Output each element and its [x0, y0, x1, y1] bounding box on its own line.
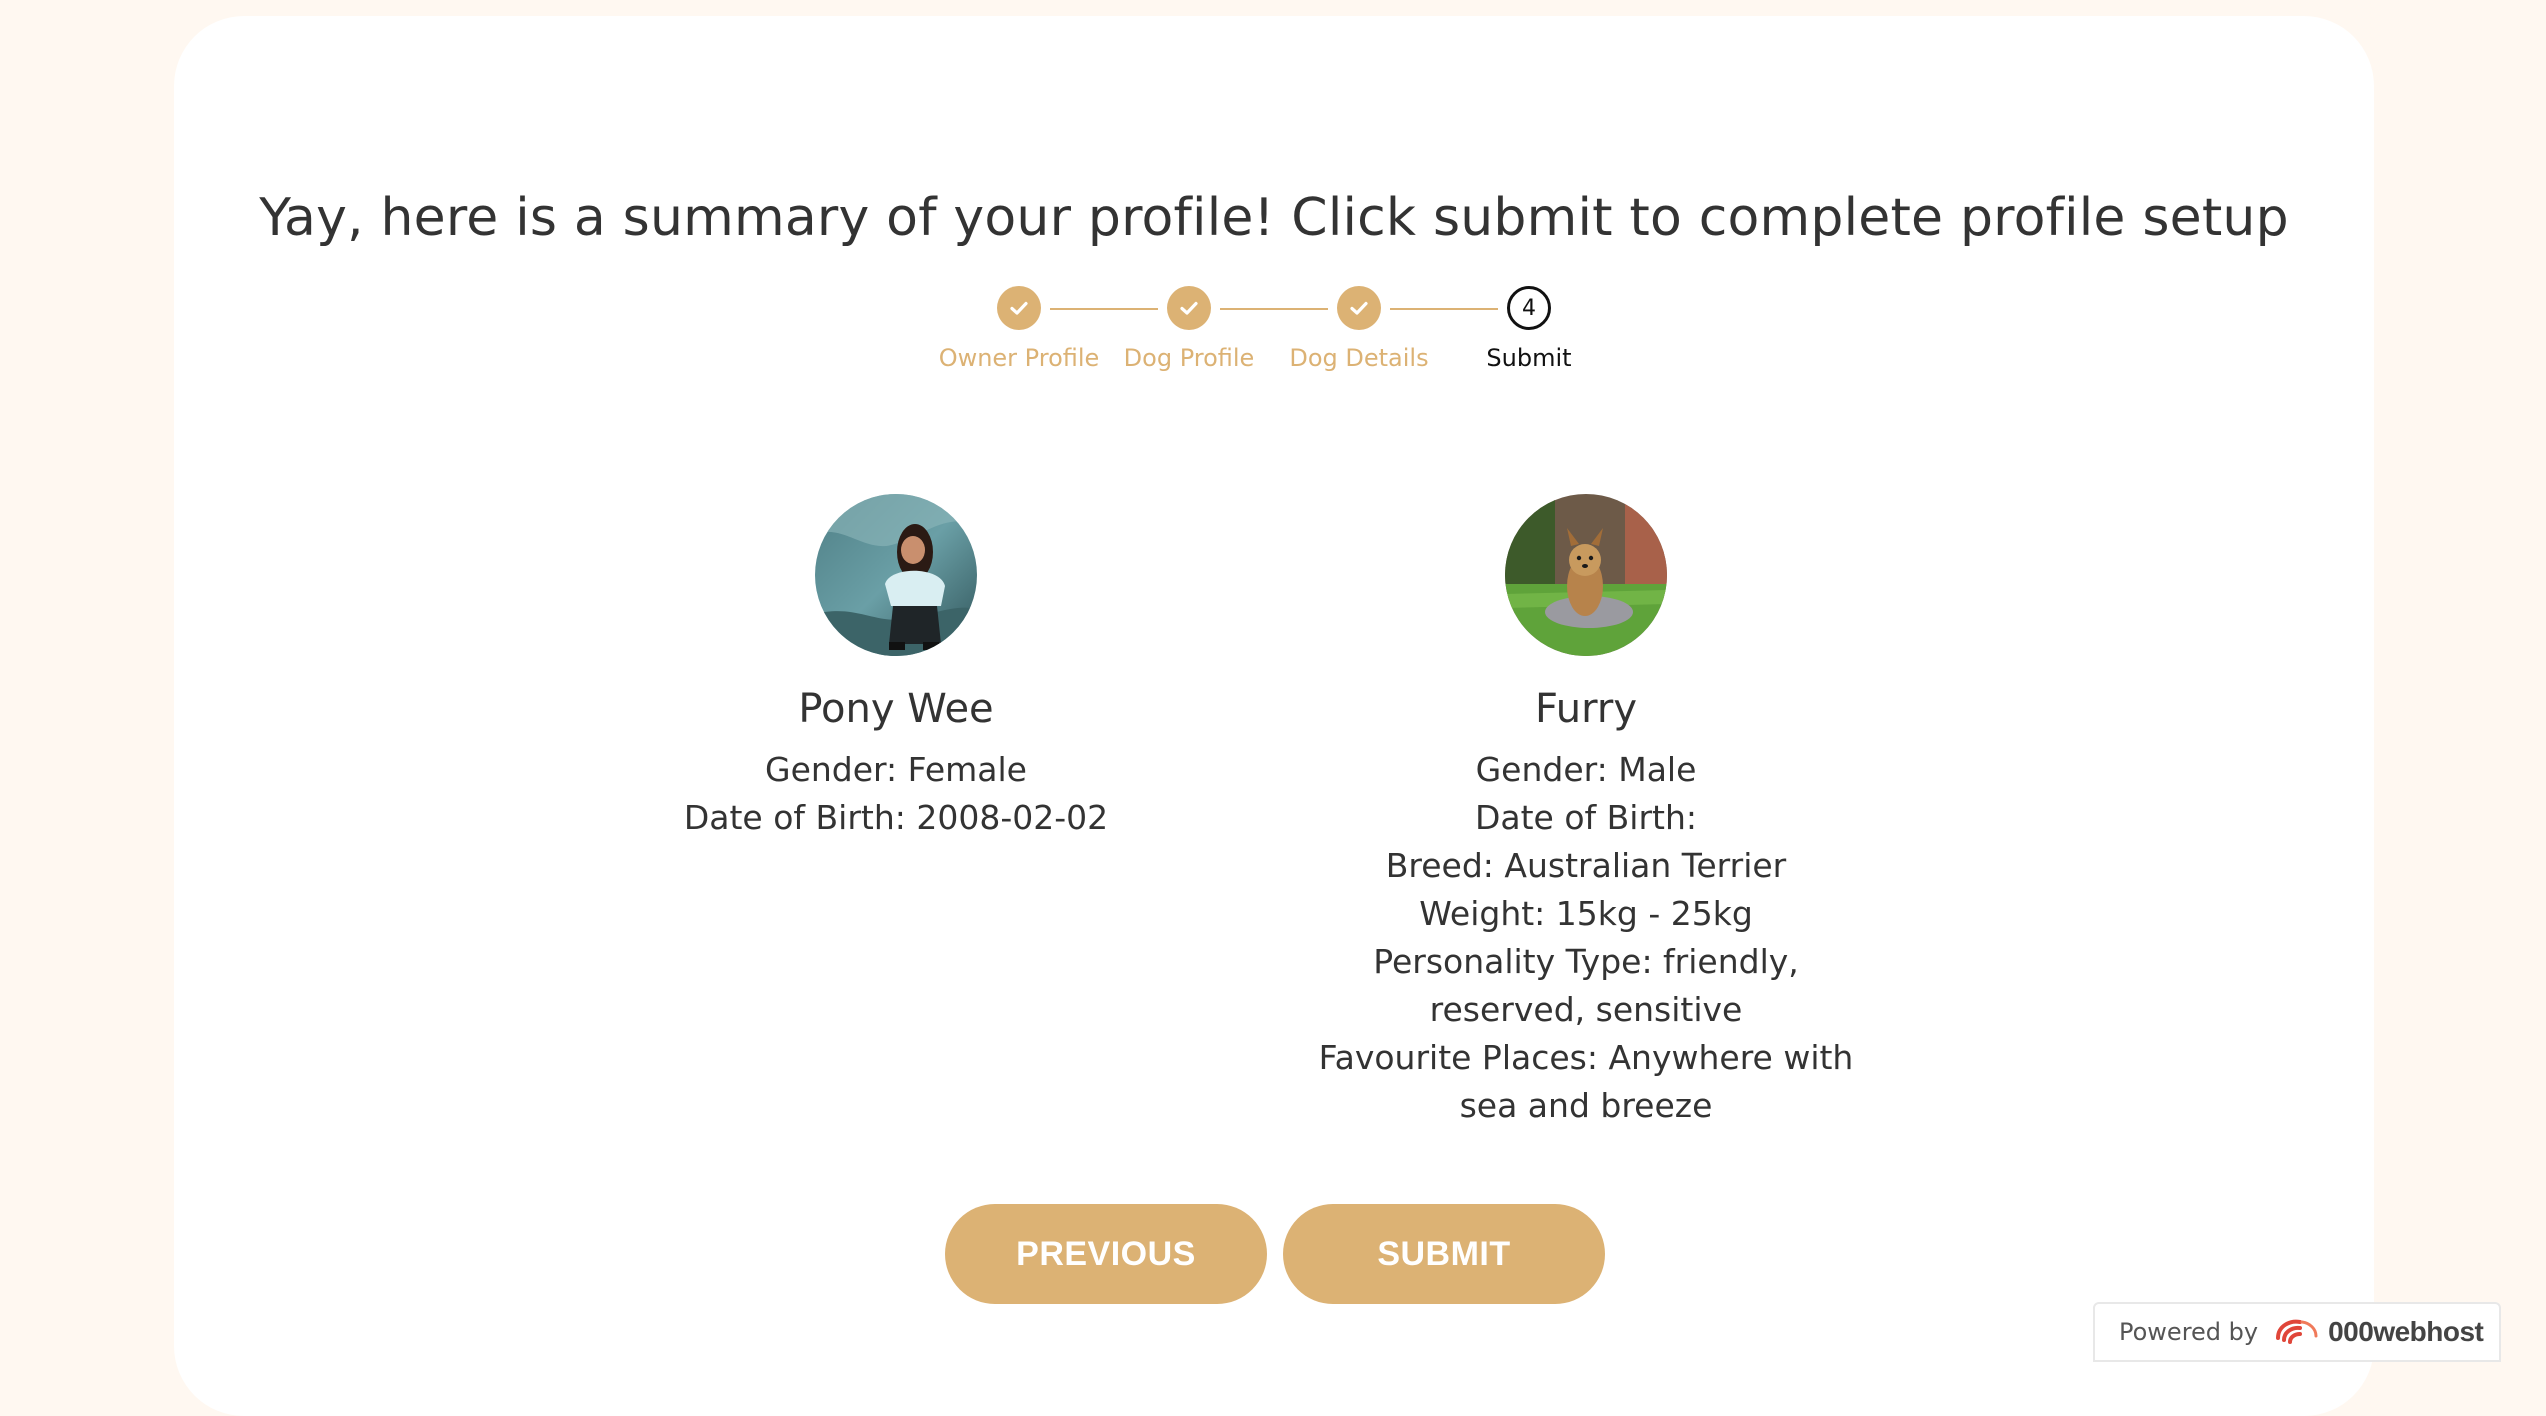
check-icon: [1167, 286, 1211, 330]
dog-personality-cont: reserved, sensitive: [1429, 990, 1743, 1029]
owner-gender: Gender: Female: [765, 750, 1027, 789]
dog-weight: Weight: 15kg - 25kg: [1419, 894, 1753, 933]
dog-personality: Personality Type: friendly,: [1373, 942, 1799, 981]
check-icon: [997, 286, 1041, 330]
dog-name: Furry: [1534, 686, 1638, 732]
step-label: Submit: [1486, 344, 1572, 372]
dog-photo: [1505, 494, 1667, 656]
dog-summary: Furry Gender: Male Date of Birth: Breed:…: [1266, 494, 1906, 1130]
page-title: Yay, here is a summary of your profile! …: [259, 188, 2289, 248]
summary-card: Yay, here is a summary of your profile! …: [174, 16, 2374, 1416]
step-number: 4: [1507, 286, 1551, 330]
dog-avatar: [1505, 494, 1667, 656]
dog-breed: Breed: Australian Terrier: [1385, 846, 1787, 885]
owner-avatar: [815, 494, 977, 656]
webhost-logo-icon: [2272, 1314, 2320, 1350]
owner-name: Pony Wee: [798, 686, 994, 732]
progress-stepper: Owner Profile Dog Profile Dog Details 4 …: [174, 286, 2374, 386]
check-icon: [1337, 286, 1381, 330]
submit-button[interactable]: SUBMIT: [1283, 1204, 1605, 1304]
powered-by-badge[interactable]: Powered by 000webhost: [2093, 1302, 2501, 1362]
powered-by-label: Powered by: [2119, 1318, 2259, 1346]
owner-dob: Date of Birth: 2008-02-02: [683, 798, 1109, 837]
owner-summary: Pony Wee Gender: Female Date of Birth: 2…: [576, 494, 1216, 842]
dog-favourite-places-cont: sea and breeze: [1459, 1086, 1713, 1125]
owner-photo: [815, 494, 977, 656]
webhost-brand: 000webhost: [2328, 1316, 2484, 1347]
dog-dob: Date of Birth:: [1474, 798, 1697, 837]
dog-gender: Gender: Male: [1475, 750, 1697, 789]
step-submit: 4 Submit: [1429, 286, 1629, 372]
previous-button[interactable]: PREVIOUS: [945, 1204, 1267, 1304]
dog-favourite-places: Favourite Places: Anywhere with: [1318, 1038, 1854, 1077]
